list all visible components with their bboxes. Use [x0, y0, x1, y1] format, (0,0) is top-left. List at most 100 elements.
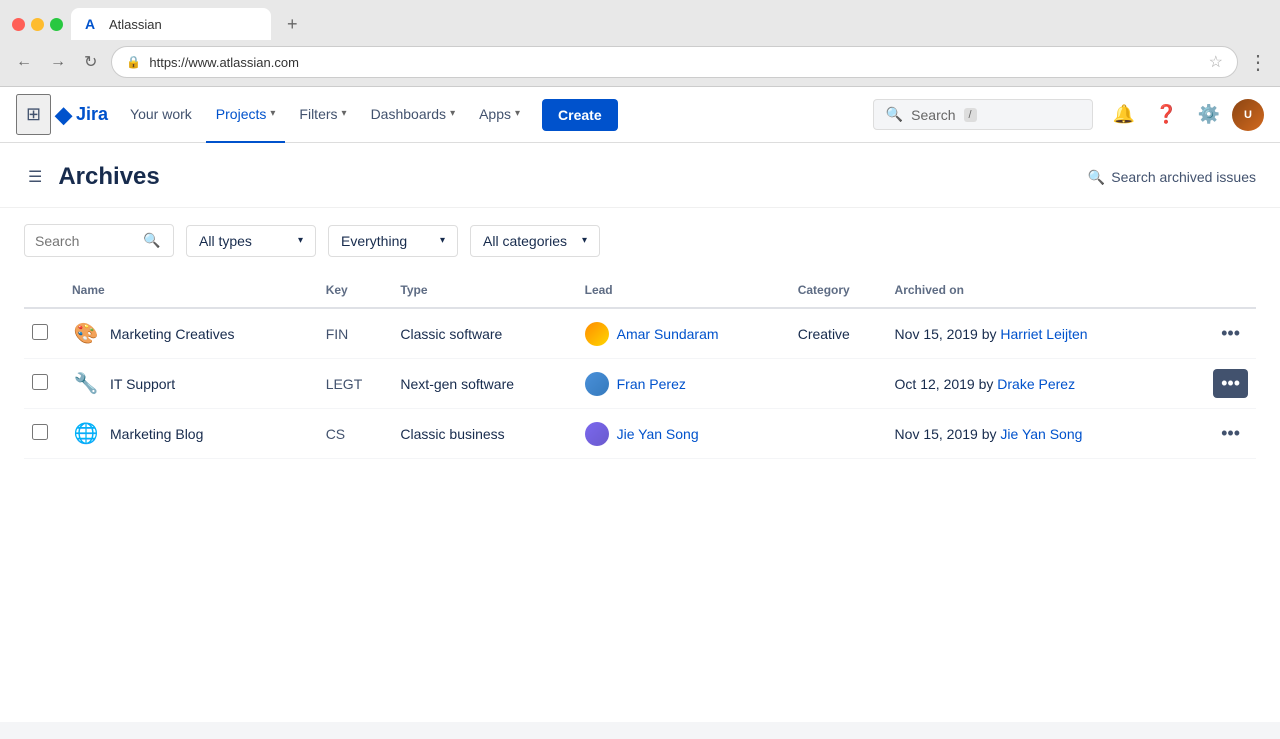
type-filter-chevron-icon: ▾: [298, 235, 303, 246]
project-lead-cell: Amar Sundaram: [577, 308, 790, 359]
search-shortcut-badge: /: [964, 108, 977, 122]
col-actions: [1184, 273, 1256, 308]
project-name: IT Support: [110, 376, 175, 392]
dashboards-chevron-icon: ▾: [450, 108, 455, 119]
archived-on-cell: Nov 15, 2019 by Jie Yan Song: [887, 409, 1184, 459]
project-category-cell: [790, 359, 887, 409]
nav-projects[interactable]: Projects ▾: [206, 87, 286, 143]
archives-table: Name Key Type Lead Category Archived on …: [24, 273, 1256, 459]
project-type-cell: Classic software: [392, 308, 576, 359]
row-checkbox-0[interactable]: [32, 324, 48, 340]
categories-filter-chevron-icon: ▾: [582, 235, 587, 246]
browser-titlebar: A Atlassian +: [0, 0, 1280, 40]
archived-on-cell: Nov 15, 2019 by Harriet Leijten: [887, 308, 1184, 359]
window-controls: [12, 18, 63, 31]
type-filter-dropdown[interactable]: All types ▾: [186, 225, 316, 257]
row-checkbox-1[interactable]: [32, 374, 48, 390]
help-button[interactable]: ❓: [1147, 96, 1185, 133]
security-icon: 🔒: [126, 55, 141, 69]
apps-grid-button[interactable]: ⊞: [16, 94, 51, 135]
jira-logo-text: Jira: [76, 104, 108, 125]
row-actions-cell: •••: [1184, 308, 1256, 359]
col-name: Name: [64, 273, 318, 308]
project-icon-blog: 🌐: [72, 420, 100, 448]
apps-chevron-icon: ▾: [515, 108, 520, 119]
filters-chevron-icon: ▾: [342, 108, 347, 119]
archived-by-link[interactable]: Drake Perez: [997, 376, 1075, 392]
row-more-button[interactable]: •••: [1213, 369, 1248, 398]
browser-menu-button[interactable]: ⋮: [1248, 50, 1268, 75]
project-type-cell: Next-gen software: [392, 359, 576, 409]
project-key-cell: FIN: [318, 308, 393, 359]
nav-filters[interactable]: Filters ▾: [289, 87, 356, 143]
everything-filter-chevron-icon: ▾: [440, 235, 445, 246]
archived-on-cell: Oct 12, 2019 by Drake Perez: [887, 359, 1184, 409]
row-checkbox-2[interactable]: [32, 424, 48, 440]
search-archived-icon: 🔍: [1088, 169, 1105, 186]
search-archived-issues-link[interactable]: 🔍 Search archived issues: [1088, 169, 1256, 186]
nav-your-work[interactable]: Your work: [120, 87, 202, 143]
archives-table-container: Name Key Type Lead Category Archived on …: [0, 273, 1280, 459]
tab-title: Atlassian: [109, 17, 162, 32]
page-title-row: ☰ Archives: [24, 163, 160, 191]
global-search-box[interactable]: 🔍 Search /: [873, 99, 1093, 130]
categories-filter-label: All categories: [483, 233, 567, 249]
project-key-cell: CS: [318, 409, 393, 459]
name-search-filter[interactable]: 🔍: [24, 224, 174, 257]
project-name-cell: 🌐 Marketing Blog: [64, 409, 318, 459]
projects-chevron-icon: ▾: [270, 108, 275, 119]
minimize-window-button[interactable]: [31, 18, 44, 31]
lead-name-link[interactable]: Fran Perez: [617, 376, 686, 392]
project-name-cell: 🔧 IT Support: [64, 359, 318, 409]
lead-avatar: [585, 372, 609, 396]
lead-name-link[interactable]: Jie Yan Song: [617, 426, 699, 442]
name-search-input[interactable]: [35, 233, 135, 249]
close-window-button[interactable]: [12, 18, 25, 31]
page-content: ☰ Archives 🔍 Search archived issues 🔍 Al…: [0, 143, 1280, 722]
browser-tab[interactable]: A Atlassian: [71, 8, 271, 40]
forward-button[interactable]: →: [46, 49, 70, 75]
row-more-button[interactable]: •••: [1213, 419, 1248, 448]
sidebar-toggle-button[interactable]: ☰: [24, 163, 46, 191]
search-filter-icon: 🔍: [143, 232, 160, 249]
project-name-cell: 🎨 Marketing Creatives: [64, 308, 318, 359]
lead-name-link[interactable]: Amar Sundaram: [617, 326, 719, 342]
col-category: Category: [790, 273, 887, 308]
page-title: Archives: [58, 163, 159, 191]
bookmark-button[interactable]: ☆: [1209, 52, 1223, 72]
refresh-button[interactable]: ↻: [80, 48, 101, 76]
project-name: Marketing Creatives: [110, 326, 235, 342]
create-button[interactable]: Create: [542, 99, 618, 131]
url-text: https://www.atlassian.com: [149, 55, 299, 70]
new-tab-button[interactable]: +: [279, 10, 306, 39]
archived-by-link[interactable]: Harriet Leijten: [1000, 326, 1087, 342]
archived-by-link[interactable]: Jie Yan Song: [1000, 426, 1082, 442]
jira-logo-icon: ◆: [55, 102, 72, 128]
table-row: 🎨 Marketing Creatives FIN Classic softwa…: [24, 308, 1256, 359]
user-avatar[interactable]: U: [1232, 99, 1264, 131]
notifications-button[interactable]: 🔔: [1105, 96, 1143, 133]
address-bar: ← → ↻ 🔒 https://www.atlassian.com ☆ ⋮: [0, 40, 1280, 86]
maximize-window-button[interactable]: [50, 18, 63, 31]
page-header: ☰ Archives 🔍 Search archived issues: [0, 143, 1280, 208]
table-header-row: Name Key Type Lead Category Archived on: [24, 273, 1256, 308]
categories-filter-dropdown[interactable]: All categories ▾: [470, 225, 600, 257]
project-key-cell: LEGT: [318, 359, 393, 409]
search-placeholder-text: Search: [911, 107, 955, 123]
project-category-cell: Creative: [790, 308, 887, 359]
nav-icon-group: 🔔 ❓ ⚙️ U: [1105, 96, 1264, 133]
project-icon-marketing: 🎨: [72, 320, 100, 348]
project-category-cell: [790, 409, 887, 459]
jira-logo[interactable]: ◆ Jira: [55, 102, 108, 128]
jira-nav: ⊞ ◆ Jira Your work Projects ▾ Filters ▾ …: [0, 87, 1280, 143]
row-more-button[interactable]: •••: [1213, 319, 1248, 348]
settings-button[interactable]: ⚙️: [1190, 96, 1228, 133]
checkbox-header: [24, 273, 64, 308]
table-row: 🔧 IT Support LEGT Next-gen software Fran…: [24, 359, 1256, 409]
everything-filter-dropdown[interactable]: Everything ▾: [328, 225, 458, 257]
nav-apps[interactable]: Apps ▾: [469, 87, 530, 143]
url-bar[interactable]: 🔒 https://www.atlassian.com ☆: [111, 46, 1238, 78]
row-actions-cell: •••: [1184, 409, 1256, 459]
back-button[interactable]: ←: [12, 49, 36, 75]
nav-dashboards[interactable]: Dashboards ▾: [361, 87, 466, 143]
